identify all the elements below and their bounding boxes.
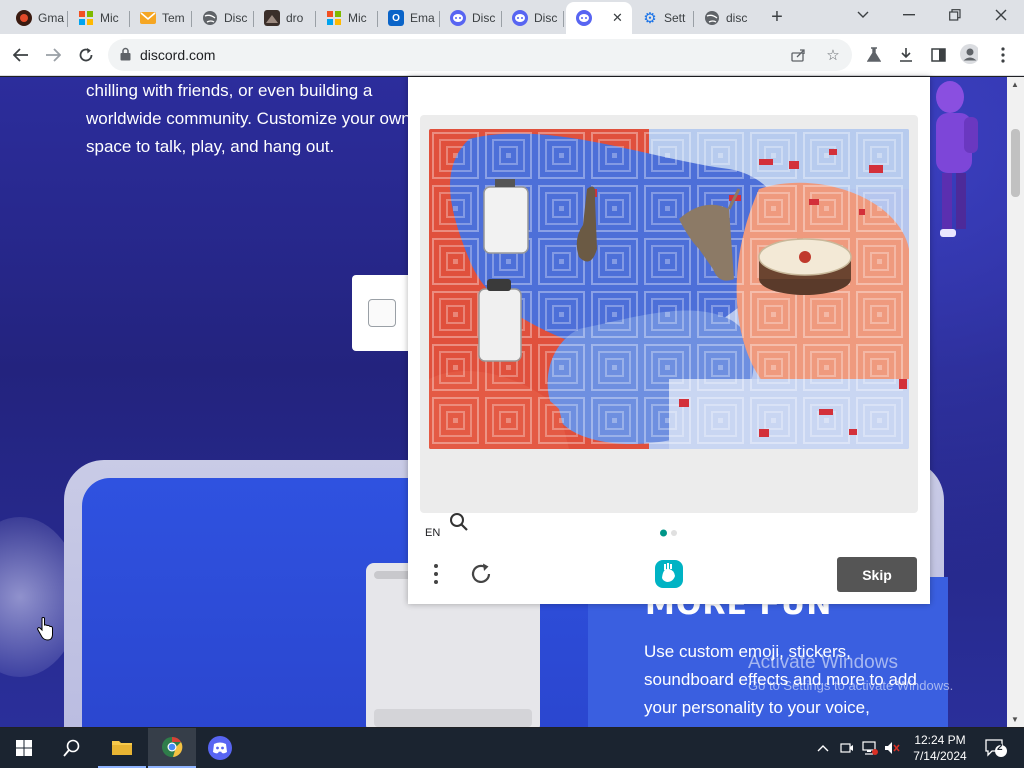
restore-button[interactable] [932, 0, 978, 30]
folder-icon [112, 741, 132, 755]
start-button[interactable] [0, 728, 48, 768]
reload-button[interactable] [73, 42, 99, 68]
browser-menu-icon[interactable] [994, 46, 1012, 64]
hand-cursor-icon [36, 617, 53, 641]
tab-microsoft-1[interactable]: Mic [68, 4, 130, 32]
lock-icon [120, 47, 131, 66]
share-icon[interactable] [790, 46, 808, 64]
captcha-image-frame [420, 115, 918, 531]
side-panel-icon[interactable] [929, 46, 947, 64]
captcha-checkbox-card [352, 275, 412, 351]
discord-icon [576, 10, 592, 26]
windows-taskbar: 12:24 PM 7/14/2024 2 [0, 728, 1024, 768]
captcha-checkbox[interactable] [368, 299, 396, 327]
hero-character-illustration [936, 81, 978, 237]
page-scrollbar[interactable]: ▲ ▼ [1007, 77, 1024, 727]
refresh-challenge-icon[interactable] [468, 559, 494, 589]
url-text: discord.com [140, 47, 216, 63]
address-bar[interactable]: discord.com ☆ [108, 39, 852, 71]
tab-email-outlook[interactable]: O Ema [378, 4, 440, 32]
tab-discord-globe[interactable]: Disc [192, 4, 254, 32]
search-button[interactable] [48, 728, 96, 768]
tab-discord-2[interactable]: Disc [502, 4, 564, 32]
notification-count: 2 [997, 742, 1003, 753]
notification-icon [985, 739, 1007, 757]
skip-button[interactable]: Skip [837, 557, 917, 592]
back-button[interactable] [8, 42, 34, 68]
clock-time: 12:24 PM [914, 733, 966, 747]
gmail-icon [16, 10, 32, 26]
browser-tab-strip: Gma Mic Tem Disc dro Mic O Ema Disc Disc… [0, 0, 1024, 34]
scroll-up-arrow-icon[interactable]: ▲ [1011, 80, 1019, 89]
bookmark-star-icon[interactable]: ☆ [824, 46, 842, 64]
hero-text: chilling with friends, or even building … [86, 81, 411, 156]
search-icon [63, 739, 80, 757]
globe-icon [202, 10, 218, 26]
scrollbar-thumb[interactable] [1011, 129, 1020, 197]
settings-icon: ⚙ [643, 10, 657, 27]
clock-date: 7/14/2024 [913, 749, 967, 763]
captcha-challenge-dialog: EN Skip [408, 77, 930, 604]
tab-discord-1[interactable]: Disc [440, 4, 502, 32]
new-tab-button[interactable]: + [766, 6, 788, 28]
extensions-icon[interactable] [865, 46, 883, 64]
tab-search-chevron-icon[interactable] [840, 0, 886, 30]
forward-button[interactable] [40, 42, 66, 68]
download-icon[interactable] [897, 46, 915, 64]
mail-icon [140, 10, 156, 26]
system-clock[interactable]: 12:24 PM 7/14/2024 [898, 732, 982, 764]
language-selector[interactable]: EN [425, 527, 440, 539]
activate-windows-watermark: Activate Windows Go to Settings to activ… [748, 652, 954, 693]
chrome-icon [162, 736, 183, 757]
microsoft-icon [78, 10, 94, 26]
close-window-button[interactable] [978, 0, 1024, 30]
browser-toolbar: discord.com ☆ [0, 34, 1024, 76]
tab-discord-active[interactable]: ✕ [566, 2, 632, 34]
tab-microsoft-2[interactable]: Mic [316, 4, 378, 32]
tab-gmail[interactable]: Gma [6, 4, 68, 32]
globe-icon [704, 10, 720, 26]
more-options-icon[interactable] [426, 559, 446, 589]
chrome-taskbar-button[interactable] [148, 728, 196, 768]
discord-icon [512, 10, 528, 26]
microsoft-icon [326, 10, 342, 26]
file-explorer-button[interactable] [98, 728, 146, 768]
challenge-progress-dots [660, 529, 677, 537]
notification-center-button[interactable]: 2 [982, 728, 1010, 768]
close-tab-icon[interactable]: ✕ [612, 10, 623, 26]
discord-taskbar-button[interactable] [196, 728, 244, 768]
show-hidden-icons-chevron[interactable] [814, 728, 832, 768]
tab-discord-globe-2[interactable]: disc [694, 4, 756, 32]
profile-avatar-icon[interactable] [960, 44, 978, 64]
page-icon [264, 10, 280, 26]
tab-temp-mail[interactable]: Tem [130, 4, 192, 32]
minimize-button[interactable] [886, 0, 932, 30]
scroll-down-arrow-icon[interactable]: ▼ [1011, 715, 1019, 724]
outlook-icon: O [388, 10, 404, 26]
tab-dro[interactable]: dro [254, 4, 316, 32]
captcha-challenge-image[interactable] [429, 129, 909, 449]
zoom-search-icon[interactable] [448, 511, 470, 533]
hcaptcha-logo-icon [652, 559, 686, 589]
windows-logo-icon [16, 740, 32, 756]
tab-settings[interactable]: ⚙ Sett [632, 4, 694, 32]
network-icon[interactable] [860, 728, 880, 768]
discord-icon [450, 10, 466, 26]
meet-now-icon[interactable] [838, 728, 856, 768]
discord-icon [208, 736, 232, 760]
